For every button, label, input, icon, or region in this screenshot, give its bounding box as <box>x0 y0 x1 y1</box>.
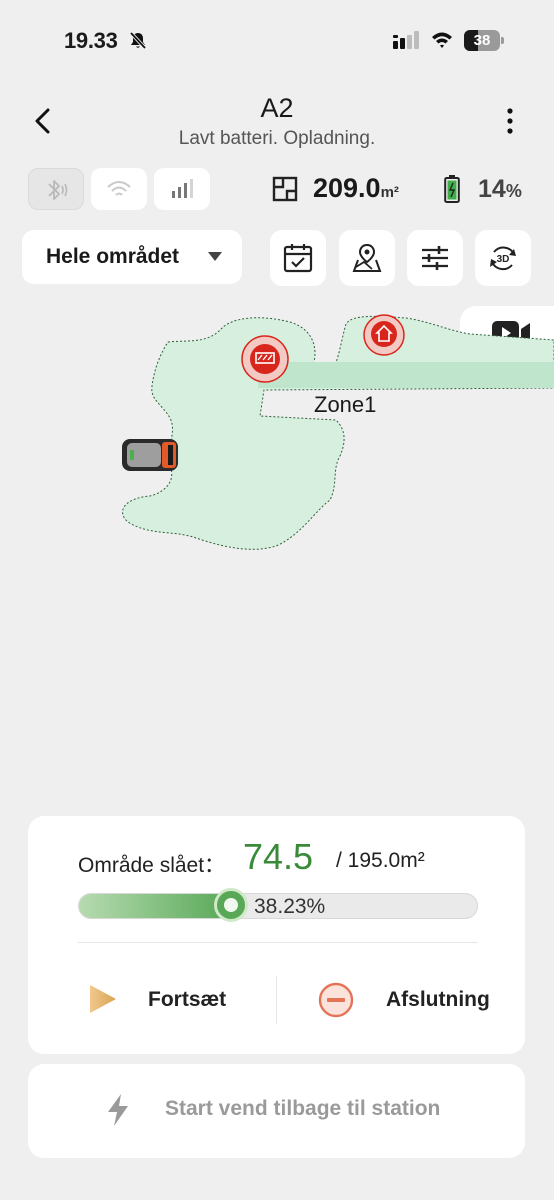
bluetooth-icon <box>48 180 68 200</box>
map-pin-icon <box>352 243 382 272</box>
rotate-3d-icon: 3D <box>490 246 516 271</box>
mowed-area-value: 74.5 <box>243 836 314 877</box>
mower-icon[interactable] <box>120 437 180 473</box>
map-button[interactable] <box>339 230 395 286</box>
zone-label: Zone1 <box>314 392 377 417</box>
total-area-value: / 195.0m² <box>336 849 425 872</box>
more-options-button[interactable] <box>500 106 520 136</box>
resume-button[interactable]: Fortsæt <box>78 966 258 1034</box>
progress-knob <box>213 888 248 922</box>
wifi-status-icon <box>432 32 452 48</box>
battery-value: 14% <box>478 175 522 204</box>
battery-charging-icon <box>444 175 460 203</box>
home-marker[interactable] <box>363 314 405 356</box>
settings-button[interactable] <box>407 230 463 286</box>
lightning-icon <box>108 1094 128 1126</box>
cellular-signal-icon <box>393 31 419 49</box>
resume-label: Fortsæt <box>148 988 227 1011</box>
mowing-progress-card: Område slået： 74.5 / 195.0m² 38.23% Fort… <box>28 816 525 1054</box>
end-label: Afslutning <box>386 988 490 1011</box>
area-unit: m² <box>380 184 399 201</box>
schedule-button[interactable] <box>270 230 326 286</box>
wifi-icon <box>107 181 131 196</box>
cellular-connection[interactable] <box>154 168 210 210</box>
floorplan-icon <box>272 176 298 202</box>
lawn-zone-shape <box>122 315 554 550</box>
return-to-station-label: Start vend tilbage til station <box>165 1097 441 1120</box>
page-title: A2 <box>260 93 294 123</box>
return-to-station-button[interactable]: Start vend tilbage til station <box>28 1064 525 1158</box>
area-number: 209.0 <box>313 173 381 203</box>
caret-down-icon <box>208 252 222 261</box>
stop-circle-icon <box>318 982 354 1018</box>
status-time: 19.33 <box>64 28 118 53</box>
calendar-check-icon <box>283 244 313 273</box>
area-value: 209.0m² <box>313 173 399 204</box>
status-battery: 38 <box>464 30 504 51</box>
access-path <box>258 362 554 388</box>
obstacle-marker[interactable] <box>241 335 289 383</box>
wifi-connection[interactable] <box>91 168 147 210</box>
bell-muted-icon <box>129 31 147 50</box>
end-button[interactable]: Afslutning <box>318 966 518 1034</box>
play-icon <box>90 985 116 1013</box>
battery-number: 14 <box>478 175 506 203</box>
progress-percent: 38.23% <box>254 895 326 918</box>
page-subtitle: Lavt batteri. Opladning. <box>178 128 376 149</box>
status-battery-text: 38 <box>473 32 491 49</box>
mowed-area-label: Område slået： <box>78 854 226 877</box>
progress-fill <box>79 894 232 918</box>
status-bar: 19.33 38 <box>0 0 554 80</box>
battery-unit: % <box>505 181 522 201</box>
sliders-icon <box>422 246 448 270</box>
zone-select[interactable]: Hele området <box>22 230 242 284</box>
view-3d-button[interactable]: 3D <box>475 230 531 286</box>
view-3d-label: 3D <box>497 254 510 265</box>
zone-select-label: Hele området <box>46 245 180 268</box>
bluetooth-status[interactable] <box>28 168 84 210</box>
lawn-map[interactable] <box>0 300 554 600</box>
cellular-bars-icon <box>172 179 193 198</box>
